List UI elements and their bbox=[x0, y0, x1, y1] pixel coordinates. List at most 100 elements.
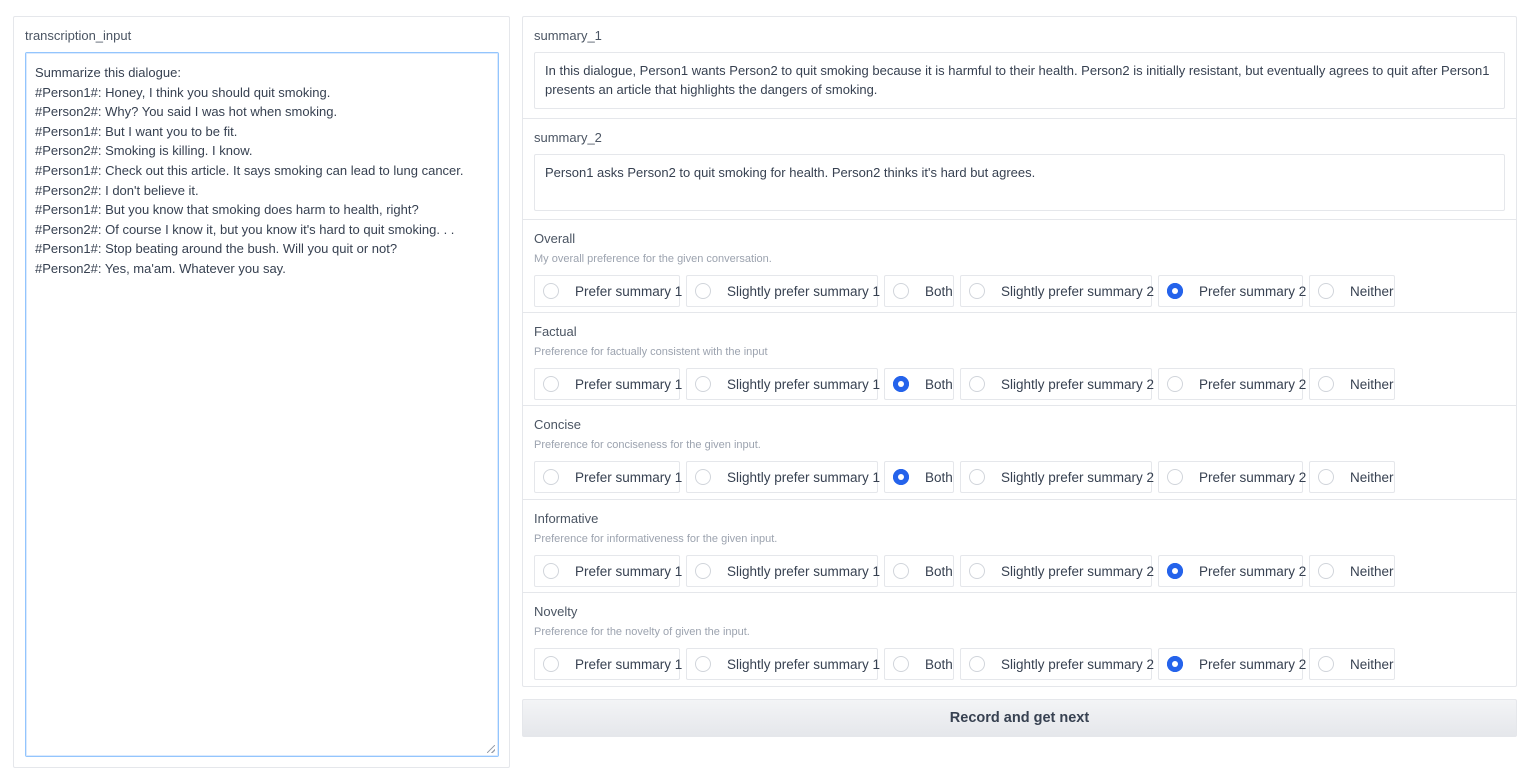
radio-option-label: Prefer summary 2 bbox=[1199, 469, 1307, 485]
radio-unchecked-icon[interactable] bbox=[1318, 656, 1334, 672]
criterion-description: Preference for informativeness for the g… bbox=[534, 533, 778, 545]
radio-unchecked-icon[interactable] bbox=[695, 283, 711, 299]
radio-checked-icon[interactable] bbox=[1167, 563, 1183, 579]
radio-unchecked-icon[interactable] bbox=[695, 563, 711, 579]
radio-option-neither[interactable]: Neither bbox=[1309, 555, 1395, 587]
criterion-label: Concise bbox=[534, 417, 581, 432]
radio-unchecked-icon[interactable] bbox=[1318, 563, 1334, 579]
criterion-label: Overall bbox=[534, 231, 576, 246]
radio-option-both[interactable]: Both bbox=[884, 555, 954, 587]
radio-option-label: Slightly prefer summary 1 bbox=[727, 656, 881, 672]
radio-unchecked-icon[interactable] bbox=[893, 656, 909, 672]
radio-unchecked-icon[interactable] bbox=[1318, 469, 1334, 485]
radio-option-neither[interactable]: Neither bbox=[1309, 648, 1395, 680]
radio-option-prefer-summary-2[interactable]: Prefer summary 2 bbox=[1158, 555, 1307, 587]
radio-group-novelty: Prefer summary 1 Slightly prefer summary … bbox=[534, 648, 1395, 680]
radio-option-label: Prefer summary 1 bbox=[575, 469, 683, 485]
radio-option-label: Neither bbox=[1350, 376, 1394, 392]
radio-option-label: Both bbox=[925, 376, 953, 392]
radio-option-prefer-summary-1[interactable]: Prefer summary 1 bbox=[534, 555, 683, 587]
radio-option-slightly-prefer-summary-1[interactable]: Slightly prefer summary 1 bbox=[686, 648, 881, 680]
radio-option-label: Prefer summary 2 bbox=[1199, 656, 1307, 672]
radio-checked-icon[interactable] bbox=[1167, 283, 1183, 299]
radio-unchecked-icon[interactable] bbox=[695, 656, 711, 672]
radio-option-label: Prefer summary 2 bbox=[1199, 376, 1307, 392]
radio-checked-icon[interactable] bbox=[1167, 656, 1183, 672]
radio-checked-icon[interactable] bbox=[893, 376, 909, 392]
radio-unchecked-icon[interactable] bbox=[1318, 283, 1334, 299]
radio-option-prefer-summary-1[interactable]: Prefer summary 1 bbox=[534, 461, 683, 493]
radio-option-label: Prefer summary 1 bbox=[575, 563, 683, 579]
radio-option-both[interactable]: Both bbox=[884, 461, 954, 493]
criterion-description: My overall preference for the given conv… bbox=[534, 253, 772, 265]
radio-unchecked-icon[interactable] bbox=[969, 563, 985, 579]
criterion-factual: Factual Preference for factually consist… bbox=[523, 313, 1516, 406]
resize-handle-icon[interactable] bbox=[487, 745, 495, 753]
radio-option-label: Slightly prefer summary 2 bbox=[1001, 656, 1155, 672]
radio-option-prefer-summary-2[interactable]: Prefer summary 2 bbox=[1158, 648, 1307, 680]
criterion-informative: Informative Preference for informativene… bbox=[523, 500, 1516, 593]
criterion-label: Informative bbox=[534, 511, 599, 526]
radio-unchecked-icon[interactable] bbox=[695, 469, 711, 485]
radio-unchecked-icon[interactable] bbox=[695, 376, 711, 392]
radio-option-both[interactable]: Both bbox=[884, 648, 954, 680]
radio-unchecked-icon[interactable] bbox=[1167, 469, 1183, 485]
radio-option-slightly-prefer-summary-1[interactable]: Slightly prefer summary 1 bbox=[686, 275, 880, 307]
radio-option-prefer-summary-2[interactable]: Prefer summary 2 bbox=[1158, 461, 1307, 493]
radio-option-slightly-prefer-summary-2[interactable]: Slightly prefer summary 2 bbox=[960, 648, 1155, 680]
radio-option-slightly-prefer-summary-2[interactable]: Slightly prefer summary 2 bbox=[960, 368, 1154, 400]
radio-option-prefer-summary-1[interactable]: Prefer summary 1 bbox=[534, 648, 682, 680]
transcription-textarea[interactable]: Summarize this dialogue: #Person1#: Hone… bbox=[25, 52, 499, 757]
radio-option-label: Neither bbox=[1350, 563, 1394, 579]
summary-1-block: summary_1 In this dialogue, Person1 want… bbox=[523, 17, 1516, 119]
radio-option-prefer-summary-2[interactable]: Prefer summary 2 bbox=[1158, 275, 1307, 307]
radio-option-label: Slightly prefer summary 2 bbox=[1001, 283, 1155, 299]
radio-option-label: Slightly prefer summary 1 bbox=[727, 469, 881, 485]
radio-option-slightly-prefer-summary-2[interactable]: Slightly prefer summary 2 bbox=[960, 461, 1155, 493]
radio-option-label: Slightly prefer summary 1 bbox=[727, 376, 881, 392]
radio-unchecked-icon[interactable] bbox=[969, 656, 985, 672]
radio-option-label: Neither bbox=[1350, 656, 1394, 672]
radio-unchecked-icon[interactable] bbox=[543, 656, 559, 672]
radio-unchecked-icon[interactable] bbox=[893, 283, 909, 299]
record-and-next-button[interactable]: Record and get next bbox=[522, 699, 1517, 737]
radio-option-label: Prefer summary 1 bbox=[575, 376, 683, 392]
radio-option-label: Prefer summary 2 bbox=[1199, 563, 1307, 579]
radio-unchecked-icon[interactable] bbox=[1318, 376, 1334, 392]
radio-option-neither[interactable]: Neither bbox=[1309, 368, 1395, 400]
radio-option-slightly-prefer-summary-1[interactable]: Slightly prefer summary 1 bbox=[686, 461, 881, 493]
radio-checked-icon[interactable] bbox=[893, 469, 909, 485]
radio-option-label: Prefer summary 2 bbox=[1199, 283, 1307, 299]
summary-2-textbox[interactable]: Person1 asks Person2 to quit smoking for… bbox=[534, 154, 1505, 211]
radio-option-both[interactable]: Both bbox=[884, 275, 954, 307]
radio-option-neither[interactable]: Neither bbox=[1309, 275, 1395, 307]
radio-unchecked-icon[interactable] bbox=[893, 563, 909, 579]
criterion-overall: Overall My overall preference for the gi… bbox=[523, 220, 1516, 313]
radio-unchecked-icon[interactable] bbox=[543, 563, 559, 579]
radio-unchecked-icon[interactable] bbox=[543, 283, 559, 299]
radio-option-prefer-summary-1[interactable]: Prefer summary 1 bbox=[534, 275, 683, 307]
radio-option-slightly-prefer-summary-1[interactable]: Slightly prefer summary 1 bbox=[686, 368, 881, 400]
radio-option-prefer-summary-2[interactable]: Prefer summary 2 bbox=[1158, 368, 1307, 400]
radio-unchecked-icon[interactable] bbox=[969, 283, 985, 299]
radio-option-label: Both bbox=[925, 563, 953, 579]
radio-group-concise: Prefer summary 1 Slightly prefer summary … bbox=[534, 461, 1395, 493]
radio-option-label: Slightly prefer summary 2 bbox=[1001, 469, 1155, 485]
radio-option-slightly-prefer-summary-2[interactable]: Slightly prefer summary 2 bbox=[960, 275, 1155, 307]
radio-unchecked-icon[interactable] bbox=[969, 376, 985, 392]
radio-option-slightly-prefer-summary-1[interactable]: Slightly prefer summary 1 bbox=[686, 555, 880, 587]
radio-unchecked-icon[interactable] bbox=[969, 469, 985, 485]
radio-option-neither[interactable]: Neither bbox=[1309, 461, 1395, 493]
summary-1-label: summary_1 bbox=[534, 28, 602, 43]
transcription-panel: transcription_input Summarize this dialo… bbox=[13, 16, 510, 768]
radio-option-label: Neither bbox=[1350, 469, 1394, 485]
radio-unchecked-icon[interactable] bbox=[1167, 376, 1183, 392]
radio-unchecked-icon[interactable] bbox=[543, 469, 559, 485]
radio-option-both[interactable]: Both bbox=[884, 368, 954, 400]
summary-1-textbox[interactable]: In this dialogue, Person1 wants Person2 … bbox=[534, 52, 1505, 109]
radio-option-slightly-prefer-summary-2[interactable]: Slightly prefer summary 2 bbox=[960, 555, 1154, 587]
radio-option-label: Prefer summary 1 bbox=[575, 283, 683, 299]
radio-option-prefer-summary-1[interactable]: Prefer summary 1 bbox=[534, 368, 683, 400]
radio-unchecked-icon[interactable] bbox=[543, 376, 559, 392]
summary-2-label: summary_2 bbox=[534, 130, 602, 145]
